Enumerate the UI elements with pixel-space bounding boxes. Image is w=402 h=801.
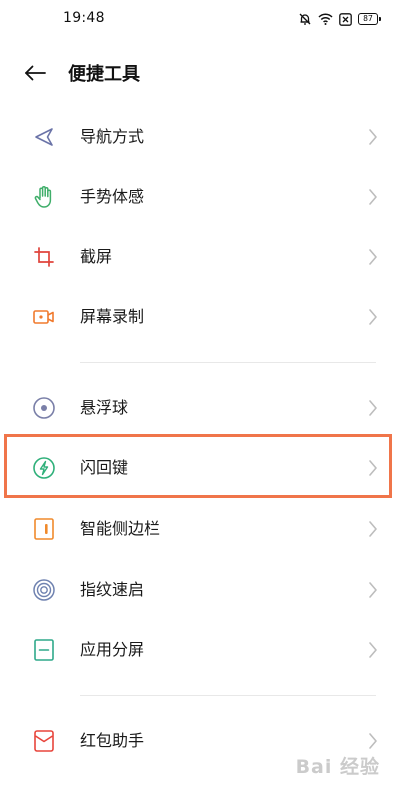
menu-item-screenshot[interactable]: 截屏 bbox=[0, 227, 402, 287]
fingerprint-icon bbox=[32, 578, 56, 602]
chevron-right-icon bbox=[369, 521, 377, 537]
hand-gesture-icon bbox=[32, 185, 56, 209]
status-icons: 87 bbox=[298, 11, 381, 27]
floating-ball-icon bbox=[32, 396, 56, 420]
menu-item-split-screen[interactable]: 应用分屏 bbox=[0, 620, 402, 680]
menu-item-label: 红包助手 bbox=[80, 731, 145, 750]
chevron-right-icon bbox=[369, 460, 377, 476]
chevron-right-icon bbox=[369, 129, 377, 145]
chevron-right-icon bbox=[369, 400, 377, 416]
menu-item-label: 闪回键 bbox=[80, 458, 129, 477]
menu-item-flashback[interactable]: 闪回键 bbox=[0, 438, 402, 498]
menu-item-label: 指纹速启 bbox=[80, 580, 145, 599]
battery-icon: 87 bbox=[358, 13, 381, 25]
menu-item-label: 导航方式 bbox=[80, 127, 145, 146]
menu-item-label: 屏幕录制 bbox=[80, 307, 145, 326]
menu-item-label: 悬浮球 bbox=[80, 398, 129, 417]
menu-item-smart-sidebar[interactable]: 智能侧边栏 bbox=[0, 499, 402, 559]
sim-disabled-icon bbox=[339, 12, 352, 26]
wifi-icon bbox=[318, 13, 333, 25]
battery-level: 87 bbox=[363, 14, 373, 23]
screen: 19:48 87 便捷工具 导航方式 手势体感 截屏 屏幕录制 悬浮球 闪回键 … bbox=[0, 0, 402, 801]
menu-item-gesture[interactable]: 手势体感 bbox=[0, 167, 402, 227]
section-divider bbox=[80, 695, 376, 696]
flashback-bolt-icon bbox=[32, 456, 56, 480]
chevron-right-icon bbox=[369, 309, 377, 325]
chevron-right-icon bbox=[369, 642, 377, 658]
menu-item-label: 智能侧边栏 bbox=[80, 519, 161, 538]
crop-icon bbox=[32, 245, 56, 269]
menu-item-label: 手势体感 bbox=[80, 187, 145, 206]
status-time: 19:48 bbox=[63, 10, 105, 26]
navigation-arrow-icon bbox=[32, 125, 56, 149]
video-record-icon bbox=[32, 305, 56, 329]
status-bar: 19:48 87 bbox=[0, 0, 402, 40]
menu-item-navigation[interactable]: 导航方式 bbox=[0, 107, 402, 167]
back-arrow-icon bbox=[25, 65, 46, 81]
mute-bell-icon bbox=[298, 12, 312, 26]
sidebar-icon bbox=[32, 517, 56, 541]
baidu-watermark: Bai 经验 bbox=[295, 756, 380, 778]
split-screen-icon bbox=[32, 638, 56, 662]
header: 便捷工具 bbox=[0, 48, 402, 98]
menu-item-label: 截屏 bbox=[80, 247, 113, 266]
red-envelope-icon bbox=[32, 729, 56, 753]
chevron-right-icon bbox=[369, 249, 377, 265]
chevron-right-icon bbox=[369, 582, 377, 598]
chevron-right-icon bbox=[369, 733, 377, 749]
menu-item-fingerprint-launch[interactable]: 指纹速启 bbox=[0, 560, 402, 620]
chevron-right-icon bbox=[369, 189, 377, 205]
menu-item-screen-record[interactable]: 屏幕录制 bbox=[0, 287, 402, 347]
back-button[interactable] bbox=[20, 58, 50, 88]
page-title: 便捷工具 bbox=[68, 64, 140, 85]
menu-item-label: 应用分屏 bbox=[80, 640, 145, 659]
section-divider bbox=[80, 362, 376, 363]
menu-item-floating-ball[interactable]: 悬浮球 bbox=[0, 378, 402, 438]
